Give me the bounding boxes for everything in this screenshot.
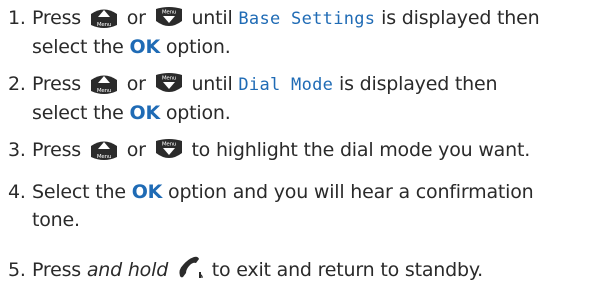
- up-arrow-button-icon: [87, 71, 121, 97]
- emphasis-text: and hold: [86, 259, 169, 281]
- menu-down-button-icon: [152, 71, 186, 97]
- step-2: 2. Press or until Dial Mode is displayed …: [8, 70, 593, 127]
- instruction-steps: 1. Press or until Base Settings is displa…: [0, 0, 600, 295]
- menu-down-button-icon: [152, 5, 186, 31]
- up-arrow-button-icon: [87, 5, 121, 31]
- step-number: 5.: [8, 259, 26, 281]
- ok-option-label: OK: [129, 102, 161, 124]
- step-3: 3. Press or to highlight the dial mode yo…: [8, 136, 593, 164]
- step-1: 1. Press or until Base Settings is displa…: [8, 4, 593, 61]
- ok-option-label: OK: [129, 36, 161, 58]
- up-arrow-button-icon: [87, 137, 121, 163]
- menu-down-button-icon: [152, 137, 186, 163]
- step-number: 3.: [8, 139, 26, 161]
- step-number: 1.: [8, 7, 26, 29]
- step-number: 4.: [8, 181, 26, 203]
- lcd-menu-text: Dial Mode: [238, 75, 334, 95]
- step-number: 2.: [8, 73, 26, 95]
- ok-option-label: OK: [131, 181, 163, 203]
- lcd-menu-text: Base Settings: [238, 9, 376, 29]
- step-5: 5. Press and hold to exit and return to s…: [8, 254, 593, 284]
- end-call-handset-icon: [174, 254, 206, 282]
- step-4: 4. Select the OK option and you will hear…: [8, 178, 593, 234]
